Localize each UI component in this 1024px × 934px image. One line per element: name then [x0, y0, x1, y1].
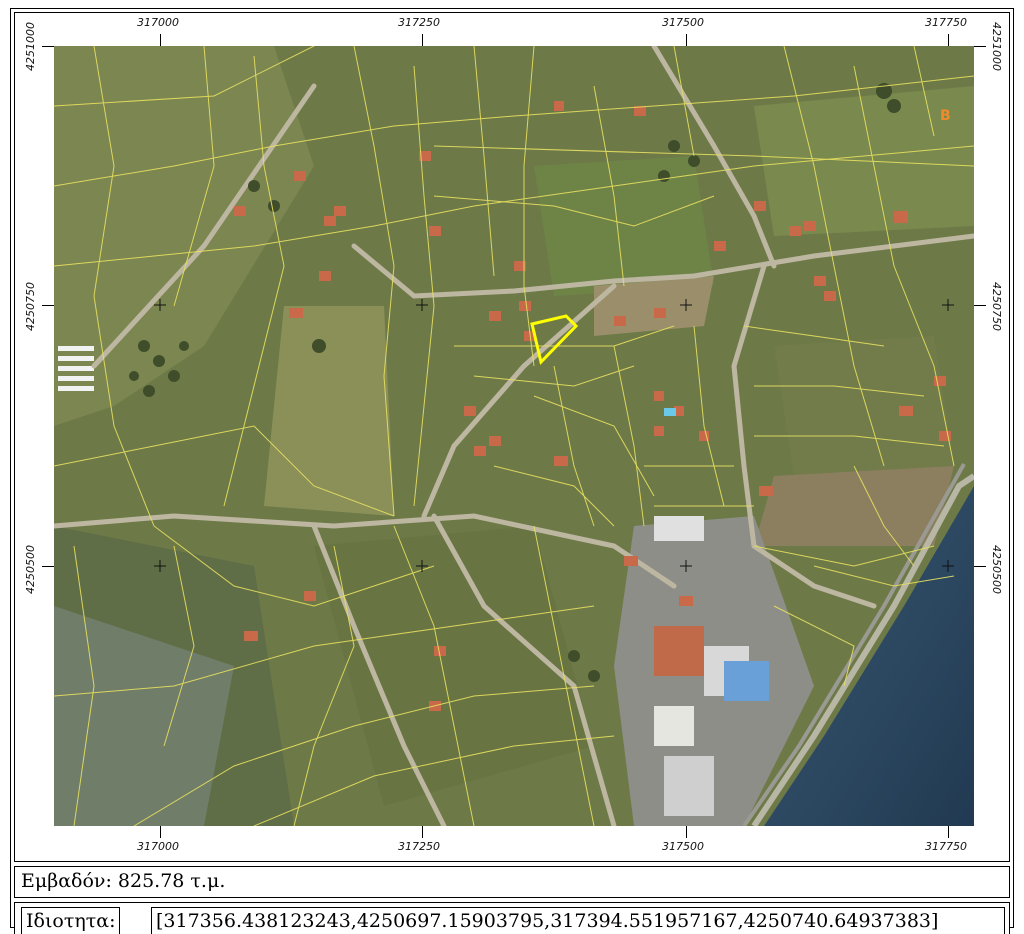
tick-mark [974, 566, 986, 567]
property-value: [317356.438123243,4250697.15903795,31739… [151, 907, 1005, 934]
y-tick-right-1: 4251000 [990, 22, 1003, 71]
y-tick-left-1: 4251000 [24, 22, 37, 71]
x-tick-bottom-4: 317750 [925, 840, 967, 853]
tick-mark [974, 305, 986, 306]
tick-mark [948, 34, 949, 46]
y-tick-right-3: 4250500 [990, 545, 1003, 594]
tick-mark [160, 826, 161, 838]
roof [664, 756, 714, 816]
x-tick-bottom-3: 317500 [662, 840, 704, 853]
property-row: Ιδιοτητα: [317356.438123243,4250697.1590… [14, 902, 1010, 934]
tick-mark [42, 305, 54, 306]
y-tick-right-2: 4250750 [990, 282, 1003, 331]
tick-mark [686, 34, 687, 46]
tick-mark [422, 34, 423, 46]
tick-mark [160, 34, 161, 46]
roof [654, 516, 704, 541]
tick-mark [686, 826, 687, 838]
area-row: Εμβαδόν: 825.78 τ.μ. [14, 866, 1010, 898]
x-tick-bottom-2: 317250 [398, 840, 440, 853]
tick-mark [948, 826, 949, 838]
roof [654, 706, 694, 746]
map-svg [54, 46, 974, 826]
y-tick-left-3: 4250500 [24, 545, 37, 594]
roof [654, 626, 704, 676]
x-tick-bottom-1: 317000 [137, 840, 179, 853]
tick-mark [974, 46, 986, 47]
property-label: Ιδιοτητα: [21, 907, 121, 934]
tick-mark [42, 46, 54, 47]
tick-mark [42, 566, 54, 567]
swimming-pool [664, 408, 676, 416]
x-tick-top-2: 317250 [398, 16, 440, 29]
field-area [774, 336, 954, 476]
x-tick-top-4: 317750 [925, 16, 967, 29]
x-tick-top-3: 317500 [662, 16, 704, 29]
area-text: Εμβαδόν: 825.78 τ.μ. [21, 870, 226, 892]
satellite-map[interactable]: B [54, 46, 974, 826]
zone-label: B [940, 108, 951, 124]
y-tick-left-2: 4250750 [24, 282, 37, 331]
roof [724, 661, 769, 701]
tick-mark [422, 826, 423, 838]
x-tick-top-1: 317000 [137, 16, 179, 29]
field-area [264, 306, 394, 516]
